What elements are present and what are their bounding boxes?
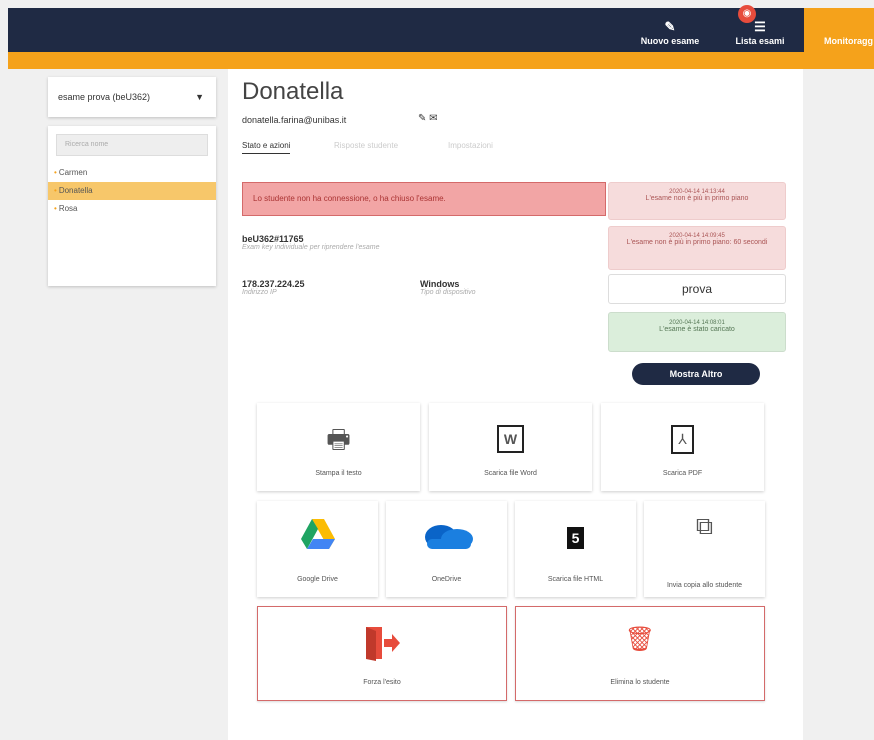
student-name: Carmen: [58, 168, 88, 177]
log-entry: 2020-04-14 14:13:44 L'esame non è più in…: [608, 182, 786, 220]
log-entry: 2020-04-14 14:09:45 L'esame non è più in…: [608, 226, 786, 270]
student-detail-panel: Donatella donatella.farina@unibas.it ✎ ✉…: [228, 69, 803, 740]
ip-info: 178.237.224.25 Indirizzo IP: [242, 279, 305, 296]
print-text-card[interactable]: 🖶 Stampa il testo: [257, 403, 420, 491]
onedrive-card[interactable]: OneDrive: [386, 501, 507, 597]
delete-label: Elimina lo studente: [610, 679, 670, 686]
download-html-card[interactable]: 5 Scarica file HTML: [515, 501, 636, 597]
onedrive-label: OneDrive: [431, 576, 462, 583]
new-exam-button[interactable]: ✎ Nuovo esame: [640, 8, 700, 52]
google-drive-label: Google Drive: [297, 576, 338, 583]
search-name-input[interactable]: Ricerca nome: [56, 134, 208, 156]
exam-key-value: beU362#11765: [242, 234, 304, 244]
show-more-button[interactable]: Mostra Altro: [632, 363, 760, 385]
student-list-panel: Ricerca nome • Carmen • Donatella • Rosa: [48, 126, 216, 286]
bullet-icon: •: [54, 168, 57, 177]
word-label: Scarica file Word: [484, 470, 537, 477]
ip-caption: Indirizzo IP: [242, 289, 277, 296]
device-value: Windows: [420, 279, 460, 289]
send-copy-card[interactable]: ⧉ Invia copia allo studente: [644, 501, 765, 597]
exit-door-icon: [258, 625, 506, 668]
log-entry: prova: [608, 274, 786, 304]
student-item-active[interactable]: • Donatella: [48, 182, 216, 200]
log-entry: 2020-04-14 14:08:01 L'esame è stato cari…: [608, 312, 786, 352]
exam-select[interactable]: esame prova (beU362) ▼: [48, 77, 216, 117]
student-name-title: Donatella: [242, 78, 344, 105]
print-label: Stampa il testo: [315, 470, 362, 477]
html-label: Scarica file HTML: [547, 576, 604, 583]
student-name: Rosa: [58, 204, 78, 213]
force-exit-label: Forza l'esito: [363, 679, 401, 686]
bullet-icon: •: [54, 186, 57, 195]
printer-icon: 🖶: [326, 424, 351, 454]
delete-student-card[interactable]: 🗑 Elimina lo studente: [515, 606, 765, 701]
pencil-icon: ✎: [664, 19, 676, 34]
student-item[interactable]: • Rosa: [48, 200, 216, 218]
bullet-icon: •: [54, 204, 57, 213]
onedrive-cloud-icon: [386, 519, 507, 556]
student-item[interactable]: • Carmen: [48, 164, 216, 182]
log-text: L'esame non è più in primo piano: [645, 195, 749, 202]
device-caption: Tipo di dispositivo: [420, 289, 476, 296]
student-name: Donatella: [58, 186, 93, 195]
connection-alert: Lo studente non ha connessione, o ha chi…: [242, 182, 606, 216]
tab-settings[interactable]: Impostazioni: [448, 141, 493, 150]
monitoring-label: Monitoragg: [824, 36, 873, 46]
google-drive-card[interactable]: Google Drive: [257, 501, 378, 597]
download-word-card[interactable]: W Scarica file Word: [429, 403, 592, 491]
list-icon: ☰: [754, 19, 766, 34]
new-exam-label: Nuovo esame: [640, 36, 700, 46]
top-navbar: ✎ Nuovo esame ☰ Lista esami ◉ Monitoragg: [8, 5, 874, 60]
word-file-icon: W: [429, 425, 592, 453]
send-copy-label: Invia copia allo studente: [666, 582, 743, 589]
log-text: L'esame non è più in primo piano: 60 sec…: [626, 239, 768, 246]
pdf-file-icon: ⅄: [601, 425, 764, 454]
pdf-label: Scarica PDF: [662, 470, 703, 477]
trash-icon: 🗑: [624, 626, 656, 653]
force-exit-card[interactable]: Forza l'esito: [257, 606, 507, 701]
tab-student-answers[interactable]: Risposte studente: [334, 141, 398, 150]
exam-key: beU362#11765 Exam key individuale per ri…: [242, 234, 380, 251]
student-email: donatella.farina@unibas.it: [242, 115, 347, 125]
orange-stripe: [8, 52, 874, 69]
exam-list-label: Lista esami: [735, 36, 785, 46]
tab-status-actions[interactable]: Stato e azioni: [242, 141, 291, 154]
log-text: L'esame è stato caricato: [659, 326, 735, 333]
exam-select-value: esame prova (beU362): [58, 92, 151, 102]
download-pdf-card[interactable]: ⅄ Scarica PDF: [601, 403, 764, 491]
html5-icon: 5: [515, 527, 636, 549]
device-info: Windows Tipo di dispositivo: [420, 279, 476, 296]
ip-value: 178.237.224.25: [242, 279, 305, 289]
edit-icons[interactable]: ✎ ✉: [418, 113, 438, 124]
google-drive-icon: [257, 519, 378, 556]
copy-icon: ⧉: [695, 513, 714, 540]
log-text: prova: [681, 282, 713, 296]
notification-badge-icon: ◉: [738, 5, 756, 23]
caret-down-icon: ▼: [195, 92, 204, 102]
exam-key-caption: Exam key individuale per riprendere l'es…: [242, 244, 380, 251]
